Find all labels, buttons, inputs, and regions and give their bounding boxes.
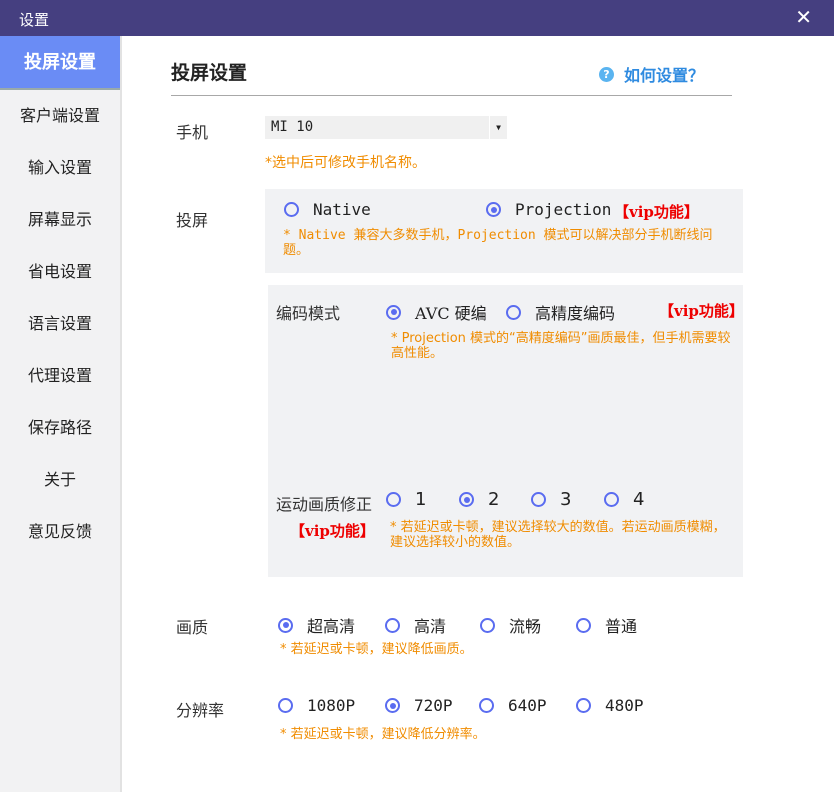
quality-note: * 若延迟或卡顿，建议降低画质。 bbox=[280, 642, 473, 657]
resolution-note: * 若延迟或卡顿，建议降低分辨率。 bbox=[280, 727, 486, 742]
close-icon[interactable]: ✕ bbox=[795, 5, 812, 29]
radio-label: 1080P bbox=[307, 696, 355, 715]
sidebar-item-about[interactable]: 关于 bbox=[0, 454, 120, 506]
radio-label: 4 bbox=[633, 489, 644, 510]
phone-value: MI 10 bbox=[271, 119, 313, 135]
page-title: 投屏设置 bbox=[171, 58, 247, 85]
motion-3-radio[interactable]: 3 bbox=[531, 489, 571, 510]
radio-icon bbox=[486, 202, 501, 217]
radio-icon bbox=[386, 305, 401, 320]
quality-normal-radio[interactable]: 普通 bbox=[576, 613, 637, 637]
help-icon: ? bbox=[599, 67, 614, 82]
radio-label: 720P bbox=[414, 696, 453, 715]
cast-label: 投屏 bbox=[176, 207, 208, 231]
radio-label: Native bbox=[313, 200, 371, 219]
vip-badge: 【vip功能】 bbox=[290, 520, 375, 541]
radio-label: Projection bbox=[515, 200, 611, 219]
divider bbox=[171, 95, 732, 96]
motion-4-radio[interactable]: 4 bbox=[604, 489, 644, 510]
help-label: 如何设置？ bbox=[624, 62, 704, 86]
encode-label: 编码模式 bbox=[276, 300, 340, 324]
sidebar-item-language[interactable]: 语言设置 bbox=[0, 298, 120, 350]
encode-avc-radio[interactable]: AVC 硬编 bbox=[386, 300, 487, 324]
radio-icon bbox=[604, 492, 619, 507]
radio-label: 480P bbox=[605, 696, 644, 715]
cast-projection-radio[interactable]: Projection bbox=[486, 200, 611, 219]
quality-uhd-radio[interactable]: 超高清 bbox=[278, 613, 355, 637]
res-1080-radio[interactable]: 1080P bbox=[278, 696, 355, 715]
quality-label: 画质 bbox=[176, 614, 208, 638]
radio-icon bbox=[284, 202, 299, 217]
radio-label: 3 bbox=[560, 489, 571, 510]
radio-icon bbox=[506, 305, 521, 320]
encode-hq-radio[interactable]: 高精度编码 bbox=[506, 300, 615, 324]
sidebar: 投屏设置 客户端设置 输入设置 屏幕显示 省电设置 语言设置 代理设置 保存路径… bbox=[0, 36, 122, 792]
quality-smooth-radio[interactable]: 流畅 bbox=[480, 613, 541, 637]
radio-icon bbox=[576, 618, 591, 633]
res-640-radio[interactable]: 640P bbox=[479, 696, 547, 715]
radio-icon bbox=[479, 698, 494, 713]
resolution-label: 分辨率 bbox=[176, 697, 224, 721]
sidebar-item-cast[interactable]: 投屏设置 bbox=[0, 36, 120, 90]
motion-note: * 若延迟或卡顿，建议选择较大的数值。若运动画质模糊，建议选择较小的数值。 bbox=[390, 520, 730, 550]
sidebar-item-feedback[interactable]: 意见反馈 bbox=[0, 506, 120, 558]
radio-label: 1 bbox=[415, 489, 426, 510]
window-title: 设置 bbox=[19, 9, 49, 30]
radio-icon bbox=[386, 492, 401, 507]
motion-1-radio[interactable]: 1 bbox=[386, 489, 426, 510]
radio-label: 高精度编码 bbox=[535, 300, 615, 324]
motion-2-radio[interactable]: 2 bbox=[459, 489, 499, 510]
radio-label: AVC 硬编 bbox=[415, 300, 487, 324]
radio-label: 普通 bbox=[605, 613, 637, 637]
radio-icon bbox=[278, 618, 293, 633]
vip-badge: 【vip功能】 bbox=[614, 201, 699, 222]
radio-icon bbox=[480, 618, 495, 633]
motion-label: 运动画质修正 bbox=[276, 491, 372, 515]
sidebar-item-save-path[interactable]: 保存路径 bbox=[0, 402, 120, 454]
quality-hd-radio[interactable]: 高清 bbox=[385, 613, 446, 637]
sidebar-item-input[interactable]: 输入设置 bbox=[0, 142, 120, 194]
radio-icon bbox=[385, 698, 400, 713]
cast-note: * Native 兼容大多数手机，Projection 模式可以解决部分手机断线… bbox=[283, 228, 723, 258]
radio-icon bbox=[278, 698, 293, 713]
res-480-radio[interactable]: 480P bbox=[576, 696, 644, 715]
radio-label: 高清 bbox=[414, 613, 446, 637]
radio-label: 2 bbox=[488, 489, 499, 510]
chevron-down-icon[interactable]: ▼ bbox=[489, 116, 507, 139]
vip-badge: 【vip功能】 bbox=[659, 300, 744, 321]
sidebar-item-display[interactable]: 屏幕显示 bbox=[0, 194, 120, 246]
radio-label: 超高清 bbox=[307, 613, 355, 637]
radio-icon bbox=[531, 492, 546, 507]
res-720-radio[interactable]: 720P bbox=[385, 696, 453, 715]
encode-note: * Projection 模式的“高精度编码”画质最佳，但手机需要较高性能。 bbox=[391, 331, 731, 361]
sidebar-item-proxy[interactable]: 代理设置 bbox=[0, 350, 120, 402]
phone-note: *选中后可修改手机名称。 bbox=[265, 156, 426, 171]
radio-label: 流畅 bbox=[509, 613, 541, 637]
radio-label: 640P bbox=[508, 696, 547, 715]
phone-label: 手机 bbox=[176, 119, 208, 143]
phone-select[interactable]: MI 10 ▼ bbox=[265, 116, 507, 139]
sidebar-item-client[interactable]: 客户端设置 bbox=[0, 90, 120, 142]
cast-native-radio[interactable]: Native bbox=[284, 200, 371, 219]
title-bar: 设置 ✕ bbox=[0, 0, 834, 36]
radio-icon bbox=[576, 698, 591, 713]
radio-icon bbox=[459, 492, 474, 507]
sidebar-item-power[interactable]: 省电设置 bbox=[0, 246, 120, 298]
radio-icon bbox=[385, 618, 400, 633]
help-link[interactable]: ? 如何设置？ bbox=[599, 62, 704, 86]
